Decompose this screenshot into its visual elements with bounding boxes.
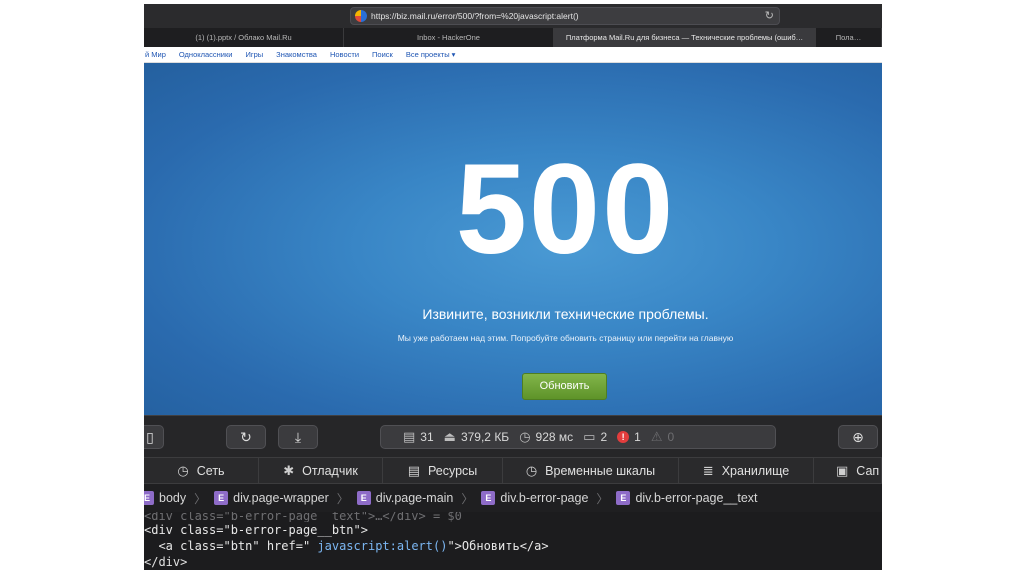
network-icon: ◷ bbox=[177, 463, 189, 478]
bookmark-games[interactable]: Игры bbox=[245, 50, 263, 59]
error-icon: ! bbox=[617, 431, 630, 443]
reload-page-icon[interactable]: ↻ bbox=[226, 425, 266, 449]
code-tag: <a class="btn" href=" bbox=[158, 539, 318, 553]
document-icon: ▤ bbox=[407, 463, 420, 478]
stat-time[interactable]: ◷ 928 мс bbox=[519, 429, 573, 445]
stat-resources[interactable]: ▤ 31 bbox=[403, 429, 434, 445]
tab-storage[interactable]: ≣ Хранилище bbox=[679, 458, 814, 484]
crumb-error-page[interactable]: E div.b-error-page bbox=[481, 491, 588, 505]
element-icon: E bbox=[481, 491, 496, 505]
crumb-error-page-text[interactable]: E div.b-error-page__text bbox=[616, 491, 758, 505]
code-line[interactable]: <div class="b-error-page__btn"> bbox=[144, 522, 882, 538]
message-icon: ▭ bbox=[583, 429, 596, 444]
element-icon: E bbox=[214, 491, 229, 505]
tab-network[interactable]: ◷ Сеть bbox=[144, 458, 259, 484]
url-text[interactable]: https://biz.mail.ru/error/500/?from=%20j… bbox=[371, 11, 579, 21]
bug-icon: ✱ bbox=[283, 463, 295, 478]
error-title: Извините, возникли технические проблемы. bbox=[422, 306, 709, 322]
address-bar[interactable]: https://biz.mail.ru/error/500/?from=%20j… bbox=[350, 7, 780, 25]
title-bar: https://biz.mail.ru/error/500/?from=%20j… bbox=[144, 4, 882, 28]
chevron-right-icon: 〉 bbox=[596, 491, 609, 506]
weight-icon: ⏏ bbox=[443, 429, 456, 444]
dom-tree: <div class="b-error-page__text">…</div> … bbox=[144, 512, 882, 570]
code-line[interactable]: <div class="b-error-page__text">…</div> … bbox=[144, 512, 882, 522]
database-icon: ≣ bbox=[702, 463, 714, 478]
tab-mailru-business[interactable]: Платформа Mail.Ru для бизнеса — Техничес… bbox=[554, 28, 816, 47]
page-stats: ▤ 31 ⏏ 379,2 КБ ◷ 928 мс ▭ 2 ! 1 ⚠ 0 bbox=[380, 425, 776, 449]
tab-debugger[interactable]: ✱ Отладчик bbox=[259, 458, 383, 484]
clock-icon: ◷ bbox=[525, 463, 538, 478]
devtools-toolbar: ▯ ↻ ⤓ ▤ 31 ⏏ 379,2 КБ ◷ 928 мс ▭ 2 ! 1 ⚠… bbox=[144, 415, 882, 457]
tab-other[interactable]: Пола… bbox=[816, 28, 882, 47]
crumb-body[interactable]: E body bbox=[144, 491, 186, 505]
tab-resources[interactable]: ▤ Ресурсы bbox=[383, 458, 503, 484]
crumb-page-main[interactable]: E div.page-main bbox=[356, 491, 453, 505]
chevron-right-icon: 〉 bbox=[194, 491, 207, 506]
image-icon: ▣ bbox=[836, 463, 849, 478]
bookmark-news[interactable]: Новости bbox=[330, 50, 359, 59]
dom-breadcrumbs: E body 〉 E div.page-wrapper 〉 E div.page… bbox=[144, 484, 882, 512]
screenshot-frame: https://biz.mail.ru/error/500/?from=%20j… bbox=[144, 4, 882, 570]
chevron-right-icon: 〉 bbox=[461, 491, 474, 506]
bookmarks-bar: й Мир Одноклассники Игры Знакомства Ново… bbox=[144, 47, 882, 63]
tab-hackerone[interactable]: Inbox - HackerOne bbox=[344, 28, 554, 47]
error-subtitle: Мы уже работаем над этим. Попробуйте обн… bbox=[397, 333, 734, 343]
devtools-tab-bar: ◷ Сеть ✱ Отладчик ▤ Ресурсы ◷ Временные … bbox=[144, 457, 882, 484]
stat-logs[interactable]: ▭ 2 bbox=[583, 429, 607, 445]
download-icon[interactable]: ⤓ bbox=[278, 425, 318, 449]
reload-icon[interactable]: ↻ bbox=[765, 9, 774, 22]
stat-warnings[interactable]: ⚠ 0 bbox=[651, 429, 674, 445]
document-icon: ▤ bbox=[403, 429, 416, 444]
clock-icon: ◷ bbox=[519, 429, 531, 444]
element-icon: E bbox=[356, 491, 371, 505]
stat-size[interactable]: ⏏ 379,2 КБ bbox=[444, 429, 510, 445]
tab-audit[interactable]: ▣ Сап bbox=[814, 458, 882, 484]
bookmark-moi-mir[interactable]: й Мир bbox=[145, 50, 166, 59]
warning-icon: ⚠ bbox=[650, 429, 663, 444]
stat-errors[interactable]: ! 1 bbox=[617, 430, 641, 444]
code-href-value: javascript:alert() bbox=[317, 539, 448, 553]
element-icon: E bbox=[144, 491, 154, 505]
bookmark-dating[interactable]: Знакомства bbox=[276, 50, 317, 59]
code-tag: ">Обновить</a> bbox=[447, 539, 549, 553]
tab-timelines[interactable]: ◷ Временные шкалы bbox=[503, 458, 679, 484]
sidebar-toggle-icon[interactable]: ▯ bbox=[144, 425, 164, 449]
inspect-element-icon[interactable]: ⊕ bbox=[838, 425, 878, 449]
bookmark-all-projects[interactable]: Все проекты ▾ bbox=[406, 50, 456, 59]
code-line[interactable]: </div> bbox=[144, 554, 882, 570]
bookmark-search[interactable]: Поиск bbox=[372, 50, 393, 59]
code-line[interactable]: <a class="btn" href=" javascript:alert()… bbox=[144, 538, 882, 554]
browser-tab-bar: (1) (1).pptx / Облако Mail.Ru Inbox - Ha… bbox=[144, 28, 882, 47]
tab-cloud[interactable]: (1) (1).pptx / Облако Mail.Ru bbox=[144, 28, 344, 47]
refresh-button[interactable]: Обновить bbox=[522, 373, 607, 400]
error-code: 500 bbox=[455, 138, 676, 281]
element-icon: E bbox=[616, 491, 631, 505]
code-tag: <div class="b-error-page__btn"> bbox=[144, 523, 368, 537]
site-favicon-icon bbox=[355, 10, 367, 22]
chevron-right-icon: 〉 bbox=[336, 491, 349, 506]
bookmark-odnoklassniki[interactable]: Одноклассники bbox=[179, 50, 233, 59]
crumb-page-wrapper[interactable]: E div.page-wrapper bbox=[214, 491, 329, 505]
error-page: 500 Извините, возникли технические пробл… bbox=[144, 63, 882, 415]
